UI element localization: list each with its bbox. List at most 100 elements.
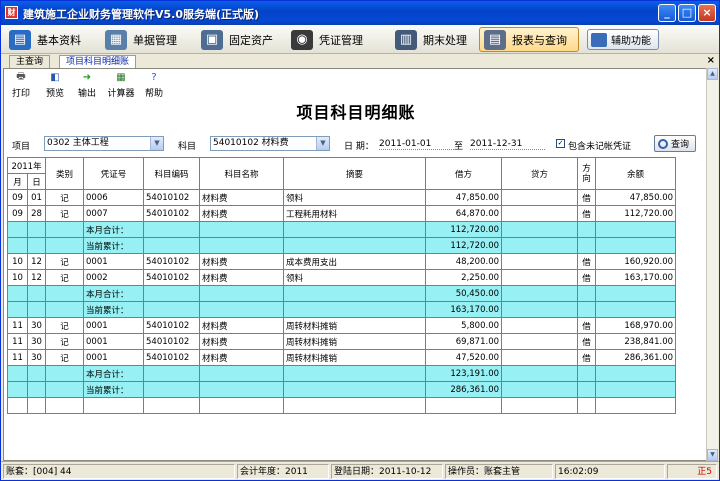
module-reports[interactable]: ▤ 报表与查询 xyxy=(479,27,579,52)
cell-m xyxy=(7,237,28,254)
export-button[interactable]: ➜ 输出 xyxy=(74,71,100,99)
cell-d: 30 xyxy=(26,333,47,350)
cell-credit xyxy=(501,237,579,254)
table-row[interactable]: 11 30 记 0001 54010102 材料费 周转材料摊销 47,520.00 借 286,… xyxy=(7,349,677,366)
table-row[interactable]: 当前累计： 286,361.00 xyxy=(7,381,677,398)
panel-close-icon[interactable]: × xyxy=(707,55,715,67)
preview-button[interactable]: ◧ 预览 xyxy=(42,71,68,99)
table-row[interactable]: 11 30 记 0001 54010102 材料费 周转材料摊销 5,800.00 借 168,9… xyxy=(7,317,677,334)
table-row[interactable]: 本月合计： 112,720.00 xyxy=(7,221,677,238)
assist-button[interactable]: 辅助功能 xyxy=(587,29,659,50)
table-row[interactable] xyxy=(7,397,677,414)
table-row[interactable]: 11 30 记 0001 54010102 材料费 周转材料摊销 69,871.00 借 238,… xyxy=(7,333,677,350)
cell-credit xyxy=(501,269,579,286)
cell-m: 11 xyxy=(7,317,28,334)
cell-vno: 当前累计： xyxy=(83,301,145,318)
header-balance: 余额 xyxy=(595,157,677,190)
cell-cat xyxy=(45,301,85,318)
app-icon: 财 xyxy=(5,6,18,19)
cell-cat: 记 xyxy=(45,349,85,366)
tab-project-ledger[interactable]: 项目科目明细账 xyxy=(59,55,137,68)
cell-credit xyxy=(501,381,579,398)
module-period-end[interactable]: ▥ 期末处理 xyxy=(391,27,476,52)
header-direction: 方向 xyxy=(577,157,597,190)
cell-credit xyxy=(501,349,579,366)
include-unposted-label: 包含未记帐凭证 xyxy=(568,142,632,152)
cell-desc: 成本费用支出 xyxy=(283,253,427,270)
cell-desc xyxy=(283,221,427,238)
module-vouchers[interactable]: ◉ 凭证管理 xyxy=(287,27,382,52)
vertical-scrollbar[interactable]: ▲ ▼ xyxy=(706,68,718,461)
cell-m xyxy=(7,397,28,414)
cell-bal xyxy=(595,365,677,382)
scroll-down-icon[interactable]: ▼ xyxy=(707,449,718,461)
basic-info-icon: ▤ xyxy=(9,29,31,50)
module-toolbar: ▤ 基本资料 ▦ 单据管理 ▣ 固定资产 ◉ 凭证管理 ▥ 期末处理 ▤ 报表与… xyxy=(1,25,719,54)
cell-code: 54010102 xyxy=(143,333,201,350)
chevron-down-icon[interactable]: ▼ xyxy=(150,137,163,150)
subject-label: 科目 xyxy=(178,142,197,152)
cell-name xyxy=(199,221,285,238)
table-row[interactable]: 10 12 记 0001 54010102 材料费 成本费用支出 48,200.00 借 160,… xyxy=(7,253,677,270)
include-unposted-checkbox[interactable]: ✓ xyxy=(556,139,565,148)
cell-dir: 借 xyxy=(577,253,597,270)
minimize-button[interactable]: _ xyxy=(658,4,676,22)
chevron-down-icon[interactable]: ▼ xyxy=(316,137,329,150)
date-to-field[interactable]: 2011-12-31 xyxy=(470,139,545,150)
document-icon: ▦ xyxy=(105,29,127,50)
maximize-button[interactable]: □ xyxy=(678,4,696,22)
cell-bal xyxy=(595,381,677,398)
cell-cat: 记 xyxy=(45,205,85,222)
tab-main-query[interactable]: 主查询 xyxy=(9,55,51,68)
date-from-field[interactable]: 2011-01-01 xyxy=(379,139,454,150)
cell-dir: 借 xyxy=(577,333,597,350)
help-button[interactable]: ? 帮助 xyxy=(141,71,167,99)
report-panel: 🖶 打印 ◧ 预览 ➜ 输出 ▦ 计算器 ? 帮助 项目科目明细账 项目 030… xyxy=(3,68,707,461)
status-time: 16:02:09 xyxy=(555,464,665,479)
cell-bal: 163,170.00 xyxy=(595,269,677,286)
module-basic-info[interactable]: ▤ 基本资料 xyxy=(5,27,97,52)
project-label: 项目 xyxy=(12,142,31,152)
module-fixed-assets[interactable]: ▣ 固定资产 xyxy=(197,27,287,52)
cell-dir: 借 xyxy=(577,349,597,366)
cell-credit xyxy=(501,205,579,222)
cell-credit xyxy=(501,285,579,302)
project-select[interactable]: 0302 主体工程 ▼ xyxy=(44,136,164,151)
table-row[interactable]: 当前累计： 112,720.00 xyxy=(7,237,677,254)
calculator-button[interactable]: ▦ 计算器 xyxy=(105,71,137,99)
cell-code: 54010102 xyxy=(143,253,201,270)
query-button[interactable]: 查询 xyxy=(654,135,696,152)
cell-m xyxy=(7,221,28,238)
subject-select[interactable]: 54010102 材料费 ▼ xyxy=(210,136,330,151)
cell-d xyxy=(26,221,47,238)
table-row[interactable]: 09 28 记 0007 54010102 材料费 工程耗用材料 64,870.00 借 112,… xyxy=(7,205,677,222)
table-row[interactable]: 当前累计： 163,170.00 xyxy=(7,301,677,318)
cell-bal: 160,920.00 xyxy=(595,253,677,270)
module-label: 基本资料 xyxy=(37,33,81,47)
table-row[interactable]: 10 12 记 0002 54010102 材料费 领料 2,250.00 借 163,170.0… xyxy=(7,269,677,286)
table-row[interactable]: 本月合计： 50,450.00 xyxy=(7,285,677,302)
ledger-table: 2011年 类别 凭证号 科目编码 科目名称 摘要 借方 贷方 方向 余额 月 … xyxy=(6,157,677,414)
print-button[interactable]: 🖶 打印 xyxy=(8,71,34,99)
close-button[interactable]: × xyxy=(698,4,716,22)
cell-m xyxy=(7,285,28,302)
table-row[interactable]: 本月合计： 123,191.00 xyxy=(7,365,677,382)
cell-debit: 286,361.00 xyxy=(425,381,503,398)
header-credit: 贷方 xyxy=(501,157,579,190)
cell-d xyxy=(26,365,47,382)
table-row[interactable]: 09 01 记 0006 54010102 材料费 领料 47,850.00 借 47,850.0… xyxy=(7,189,677,206)
header-day: 日 xyxy=(26,173,47,190)
cell-vno: 0001 xyxy=(83,317,145,334)
cell-vno: 本月合计： xyxy=(83,285,145,302)
cell-dir xyxy=(577,285,597,302)
cell-dir: 借 xyxy=(577,205,597,222)
cell-name: 材料费 xyxy=(199,317,285,334)
scroll-up-icon[interactable]: ▲ xyxy=(707,68,718,80)
module-documents[interactable]: ▦ 单据管理 xyxy=(101,27,193,52)
cell-vno: 当前累计： xyxy=(83,381,145,398)
header-category: 类别 xyxy=(45,157,85,190)
cell-credit xyxy=(501,189,579,206)
cell-vno: 本月合计： xyxy=(83,365,145,382)
cell-d: 30 xyxy=(26,349,47,366)
cell-credit xyxy=(501,333,579,350)
